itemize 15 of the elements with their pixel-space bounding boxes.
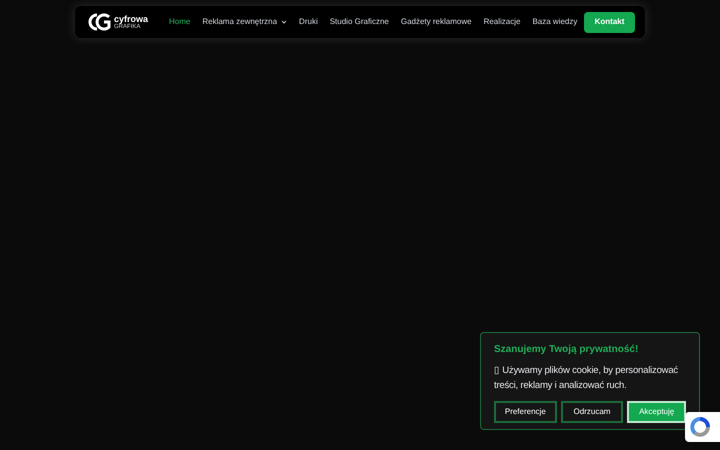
recaptcha-icon [689, 416, 711, 438]
cookie-text: ▯ Używamy plików cookie, by personalizować treści, reklamy i analizować ruch. [494, 364, 679, 393]
nav-link[interactable]: Reklama zewnętrzna [202, 16, 288, 28]
nav-link[interactable]: Druki [299, 16, 318, 28]
nav-link[interactable]: Studio Graficzne [330, 16, 389, 28]
chevron-down-icon [281, 20, 288, 24]
logo-text: cyfrowa [114, 14, 148, 24]
nav-link[interactable]: Realizacje [484, 16, 520, 28]
nav-link[interactable]: Gadżety reklamowe [400, 16, 472, 28]
cookie-button[interactable]: Odrzucam [560, 401, 624, 423]
cookie-button[interactable]: Preferencje [494, 401, 557, 423]
nav-link[interactable]: Baza wiedzy [532, 16, 578, 28]
cookie-title: Szanujemy Twoją prywatność! [494, 343, 640, 357]
nav-link[interactable]: Home [169, 16, 190, 28]
logo-icon [87, 12, 113, 32]
